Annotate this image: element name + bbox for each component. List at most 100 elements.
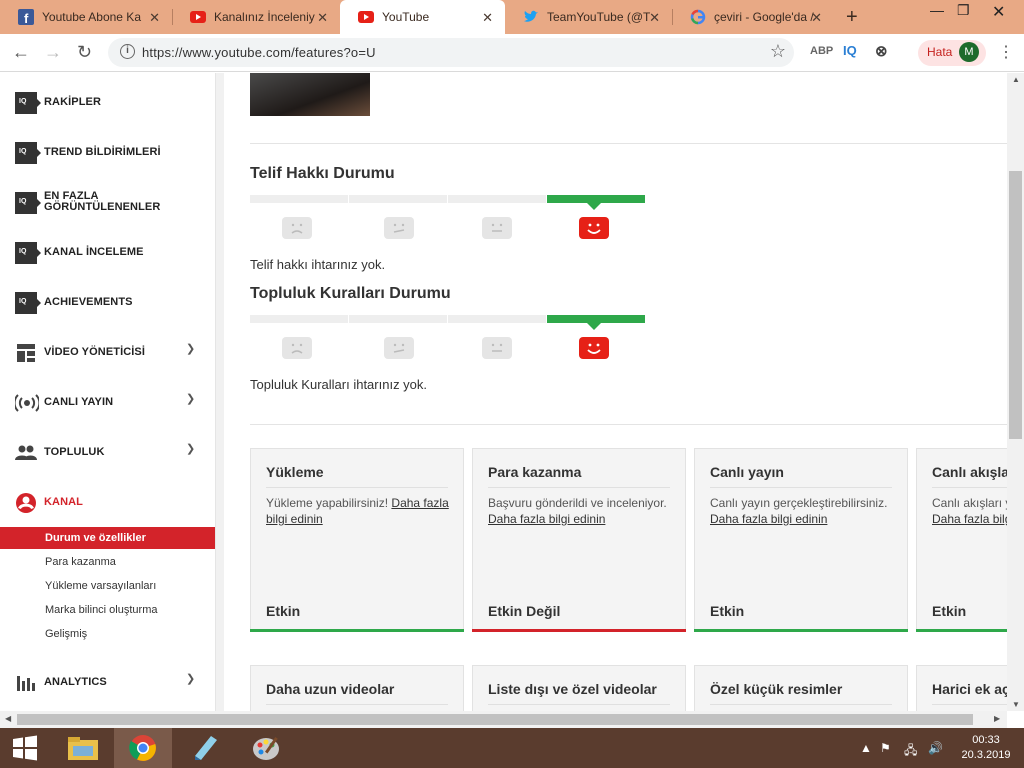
learn-more-link[interactable]: Daha fazla bilgi xyxy=(932,512,1007,526)
divider xyxy=(250,424,1007,425)
sad-face-icon xyxy=(282,217,312,239)
restore-button[interactable]: ❐ xyxy=(957,2,970,19)
address-bar[interactable]: i https://www.youtube.com/features?o=U ☆ xyxy=(108,38,794,67)
browser-toolbar: ← → ↻ i https://www.youtube.com/features… xyxy=(0,34,1024,72)
file-explorer-icon[interactable] xyxy=(54,728,112,768)
feature-status: Etkin Değil xyxy=(488,603,561,619)
chevron-down-icon[interactable]: ❯ xyxy=(186,672,195,685)
chevron-down-icon[interactable]: ❯ xyxy=(186,342,195,355)
close-icon[interactable]: ✕ xyxy=(482,10,493,26)
close-window-button[interactable]: ✕ xyxy=(992,2,1005,22)
neutral-face-icon xyxy=(384,217,414,239)
close-icon[interactable]: ✕ xyxy=(649,10,660,26)
feature-status: Etkin xyxy=(710,603,745,619)
sidebar-item-video-manager[interactable]: VİDEO YÖNETİCİSİ ❯ xyxy=(0,332,215,372)
copyright-status-title: Telif Hakkı Durumu xyxy=(250,165,395,182)
sidebar-subitem-monetization[interactable]: Para kazanma xyxy=(0,551,215,573)
reload-button[interactable]: ↻ xyxy=(77,42,92,63)
volume-icon[interactable]: 🔊 xyxy=(928,741,943,755)
close-icon[interactable]: ✕ xyxy=(149,10,160,26)
star-icon[interactable]: ☆ xyxy=(770,41,786,62)
chrome-icon[interactable] xyxy=(114,728,172,768)
tray-expand-icon[interactable]: ▲ xyxy=(860,741,872,755)
close-icon[interactable]: ✕ xyxy=(317,10,328,26)
feature-card-custom-thumbnails: Özel küçük resimler xyxy=(694,665,908,711)
feature-card-live-streams: Canlı akışlar Canlı akışları y Daha fazla… xyxy=(916,448,1007,632)
adblock-icon[interactable]: ABP xyxy=(810,45,833,57)
learn-more-link[interactable]: Daha fazla bilgi edinin xyxy=(710,512,827,526)
tab-google[interactable]: çeviri - Google'da / ✕ xyxy=(672,0,834,34)
back-button[interactable]: ← xyxy=(12,42,30,63)
network-icon[interactable]: 🖧 xyxy=(904,741,917,762)
youtube-icon xyxy=(358,9,374,25)
vertical-scrollbar[interactable]: ▲ ▼ xyxy=(1007,73,1024,711)
action-center-flag-icon[interactable]: ⚑ xyxy=(880,741,891,755)
sidebar-item-analytics[interactable]: ANALYTICS ❯ xyxy=(0,662,215,702)
iq-icon xyxy=(15,192,41,214)
tab-strip: f Youtube Abone Ka ✕ Kanalınız İnceleniy… xyxy=(0,0,1024,34)
sidebar-item-achievements[interactable]: ACHIEVEMENTS xyxy=(0,282,215,322)
url-text: https://www.youtube.com/features?o=U xyxy=(142,45,376,60)
notepad-icon[interactable] xyxy=(176,728,234,768)
tab-label: TeamYouTube (@T xyxy=(547,10,651,24)
video-thumbnail[interactable] xyxy=(250,73,370,116)
horizontal-scrollbar[interactable]: ◀ ▶ xyxy=(0,711,1007,728)
sidebar-item-channel[interactable]: KANAL xyxy=(0,482,215,522)
feature-card-unlisted-private: Liste dışı ve özel videolar xyxy=(472,665,686,711)
community-icon xyxy=(15,442,37,464)
sidebar-subitem-advanced[interactable]: Gelişmiş xyxy=(0,623,215,645)
iq-icon xyxy=(15,142,41,164)
sidebar-subitem-upload-defaults[interactable]: Yükleme varsayılanları xyxy=(0,575,215,597)
twitter-icon xyxy=(523,9,539,25)
sidebar-item-most-viewed[interactable]: EN FAZLA GÖRÜNTÜLENENLER xyxy=(0,182,215,222)
feature-card-external-annotations: Harici ek aç xyxy=(916,665,1007,711)
community-status-message: Topluluk Kuralları ihtarınız yok. xyxy=(250,377,428,392)
avatar[interactable]: M xyxy=(959,42,979,62)
sidebar-subitem-branding[interactable]: Marka bilinci oluşturma xyxy=(0,599,215,621)
extension-icon[interactable]: ⊗ xyxy=(875,42,888,60)
community-status-title: Topluluk Kuralları Durumu xyxy=(250,285,451,302)
tab-label: Youtube Abone Ka xyxy=(42,10,141,24)
close-icon[interactable]: ✕ xyxy=(811,10,822,26)
video-manager-icon xyxy=(15,342,37,364)
sidebar: RAKİPLER TREND BİLDİRİMLERİ EN FAZLA GÖR… xyxy=(0,73,215,711)
sidebar-subitem-status[interactable]: Durum ve özellikler xyxy=(0,527,215,549)
tab-youtube[interactable]: YouTube ✕ xyxy=(340,0,505,34)
system-clock[interactable]: 00:33 20.3.2019 xyxy=(958,733,1014,763)
status-bar xyxy=(472,629,686,632)
tab-twitter[interactable]: TeamYouTube (@T ✕ xyxy=(505,0,672,34)
sidebar-item-rakipler[interactable]: RAKİPLER xyxy=(0,82,215,122)
sidebar-item-live[interactable]: CANLI YAYIN ❯ xyxy=(0,382,215,422)
divider xyxy=(250,143,1007,144)
sidebar-item-channel-review[interactable]: KANAL İNCELEME xyxy=(0,232,215,272)
learn-more-link[interactable]: Daha fazla bilgi edinin xyxy=(488,512,605,526)
tab-kanaliniz[interactable]: Kanalınız İnceleniy ✕ xyxy=(172,0,340,34)
iq-icon xyxy=(15,92,41,114)
neutral-face-icon xyxy=(384,337,414,359)
iq-extension-icon[interactable]: IQ xyxy=(843,43,857,58)
chevron-down-icon[interactable]: ❯ xyxy=(186,442,195,455)
windows-start-icon[interactable] xyxy=(0,728,50,768)
sidebar-item-trend[interactable]: TREND BİLDİRİMLERİ xyxy=(0,132,215,172)
forward-button[interactable]: → xyxy=(44,42,62,63)
scrollbar-thumb[interactable] xyxy=(17,714,973,725)
chevron-down-icon[interactable]: ❯ xyxy=(186,392,195,405)
analytics-icon xyxy=(15,672,37,694)
info-icon[interactable]: i xyxy=(120,44,135,59)
feature-card-monetization: Para kazanma Başvuru gönderildi ve incel… xyxy=(472,448,686,632)
tab-facebook[interactable]: f Youtube Abone Ka ✕ xyxy=(0,0,172,34)
feature-status: Etkin xyxy=(266,603,301,619)
new-tab-button[interactable]: + xyxy=(846,6,858,29)
menu-icon[interactable]: ⋮ xyxy=(998,42,1014,62)
clock-time: 00:33 xyxy=(972,734,1000,746)
iq-icon xyxy=(15,292,41,314)
sidebar-item-community[interactable]: TOPLULUK ❯ xyxy=(0,432,215,472)
tab-label: YouTube xyxy=(382,10,430,24)
happy-face-icon xyxy=(579,217,609,239)
minimize-button[interactable]: — xyxy=(930,2,944,18)
sad-face-icon xyxy=(282,337,312,359)
feature-card-live: Canlı yayın Canlı yayın gerçekleştirebil… xyxy=(694,448,908,632)
paint-icon[interactable] xyxy=(238,728,296,768)
scrollbar-thumb[interactable] xyxy=(1009,171,1022,439)
feature-status: Etkin xyxy=(932,603,967,619)
